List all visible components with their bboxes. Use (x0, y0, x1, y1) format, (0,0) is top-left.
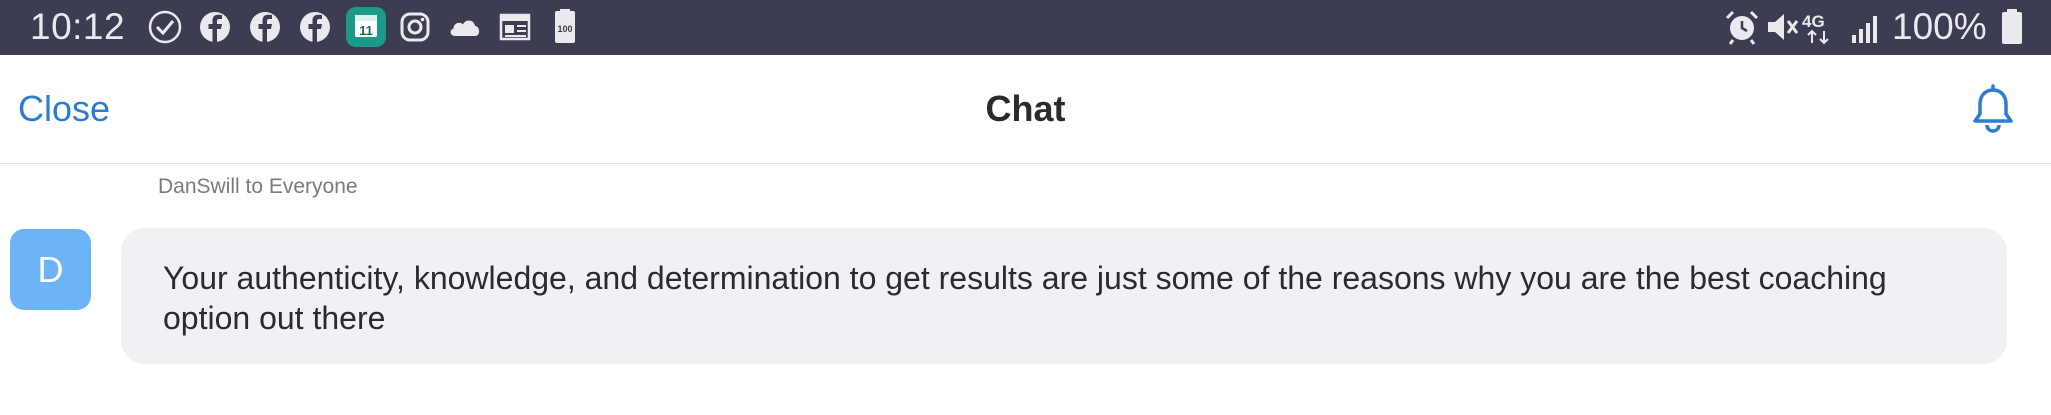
facebook-icon (250, 12, 280, 43)
status-time: 10:12 (30, 6, 126, 47)
network-label: 4G (1802, 12, 1825, 31)
page-title: Chat (985, 88, 1066, 129)
calendar-icon: 11 (346, 7, 386, 47)
calendar-badge: 11 (359, 23, 373, 38)
avatar: D (10, 229, 91, 310)
check-circle-icon (148, 10, 182, 44)
bell-icon[interactable] (1966, 83, 2020, 137)
instagram-icon (400, 12, 430, 42)
mute-icon (1768, 14, 1799, 40)
news-icon (499, 13, 531, 41)
chat-header: Close Chat (0, 55, 2051, 164)
message-bubble: Your authenticity, knowledge, and determ… (121, 228, 2007, 364)
facebook-icon (300, 12, 330, 43)
cloud-icon (450, 20, 480, 36)
battery-percent: 100% (1892, 6, 1987, 47)
network-4g-icon: 4G (1802, 12, 1829, 45)
message-sender: DanSwill to Everyone (158, 175, 358, 198)
battery-icon (2002, 9, 2022, 44)
status-bar: 10:12 11 100 4G 100% (0, 0, 2051, 55)
facebook-icon (200, 12, 230, 43)
storage-badge: 100 (557, 24, 572, 34)
alarm-icon (1725, 10, 1759, 45)
signal-icon (1852, 16, 1877, 43)
storage-icon: 100 (555, 9, 575, 43)
